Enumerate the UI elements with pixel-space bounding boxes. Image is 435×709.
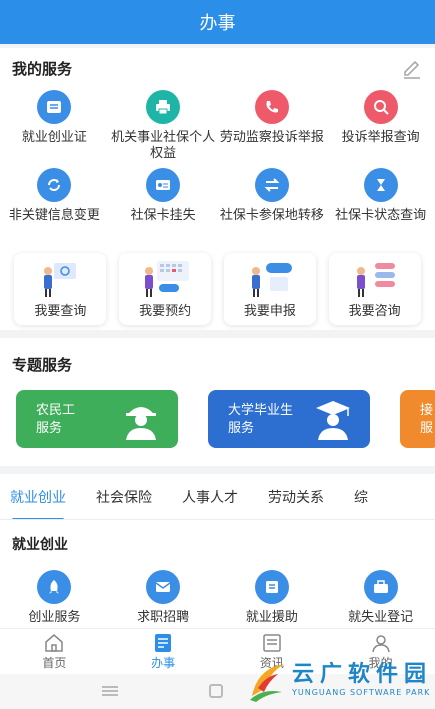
phone-icon: [254, 90, 289, 124]
tile-consult[interactable]: 我要咨询: [328, 253, 421, 325]
tab-comprehensive[interactable]: 综: [354, 487, 368, 507]
topic-graduates[interactable]: 大学毕业生 服务: [208, 390, 370, 448]
service-label: 就业创业证: [21, 130, 87, 145]
page: 办事 我的服务 就业创业证 机关事业社保个人权益 劳动监察投诉举报 投诉举报查询…: [0, 0, 435, 709]
nav-home[interactable]: 首页: [0, 629, 109, 674]
tile-label: 我要咨询: [348, 304, 401, 319]
service-card-status[interactable]: 社保卡状态查询: [326, 168, 435, 224]
topic-migrant-workers[interactable]: 农民工 服务: [16, 390, 178, 448]
topic-services-card: 专题服务 农民工 服务 大学毕业生 服务 接服: [0, 338, 435, 466]
service-info-change[interactable]: 非关键信息变更: [0, 168, 109, 224]
watermark-en: YUNGUANG SOFTWARE PARK: [292, 688, 431, 697]
service-label: 就业援助: [245, 610, 298, 625]
query-illustration-icon: [44, 263, 77, 297]
service-label: 求职招聘: [137, 610, 190, 625]
tile-label: 我要查询: [34, 304, 87, 319]
service-label: 社保卡挂失: [130, 208, 196, 223]
tile-declare[interactable]: 我要申报: [223, 253, 316, 325]
quick-tiles: 我要查询 我要预约 我要申报 我要咨询: [0, 253, 435, 325]
service-label: 社保卡参保地转移: [219, 208, 324, 223]
category-tabs: 就业创业 社会保险 人事人才 劳动关系 综: [0, 474, 435, 520]
declare-illustration-icon: [251, 263, 292, 297]
tile-label: 我要预约: [139, 304, 192, 319]
tile-appointment[interactable]: 我要预约: [119, 253, 212, 325]
mail-icon: [146, 570, 181, 604]
topic-services-title: 专题服务: [12, 356, 73, 374]
tile-query[interactable]: 我要查询: [14, 253, 107, 325]
id-card-icon: [37, 90, 72, 124]
service-label: 劳动监察投诉举报: [219, 130, 324, 145]
my-services-row1: 就业创业证 机关事业社保个人权益 劳动监察投诉举报 投诉举报查询: [0, 90, 435, 162]
category-grid: 创业服务 求职招聘 就业援助 就失业登记: [0, 570, 435, 626]
service-label: 投诉举报查询: [341, 130, 420, 145]
tab-employment[interactable]: 就业创业: [10, 487, 66, 519]
tab-social-insurance[interactable]: 社会保险: [96, 487, 152, 507]
service-entrepreneurship[interactable]: 创业服务: [0, 570, 109, 626]
nav-label: 首页: [42, 656, 67, 670]
page-title: 办事: [199, 13, 236, 34]
search-icon: [363, 90, 398, 124]
my-services-card: 我的服务 就业创业证 机关事业社保个人权益 劳动监察投诉举报 投诉举报查询 非关…: [0, 48, 435, 330]
topic-list: 农民工 服务 大学毕业生 服务: [16, 390, 370, 448]
service-label: 非关键信息变更: [8, 208, 100, 223]
refresh-icon: [37, 168, 72, 202]
hourglass-icon: [363, 168, 398, 202]
nav-label: 办事: [151, 656, 176, 670]
service-social-security-rights[interactable]: 机关事业社保个人权益: [109, 90, 218, 162]
category-title: 就业创业: [12, 537, 68, 553]
header-bar: 办事: [0, 0, 435, 44]
document-icon: [254, 570, 289, 604]
service-label: 就失业登记: [348, 610, 414, 625]
service-label: 社保卡状态查询: [335, 208, 427, 223]
graduate-avatar-icon: [316, 401, 350, 440]
appointment-illustration-icon: [145, 261, 190, 297]
service-employment-card[interactable]: 就业创业证: [0, 90, 109, 162]
service-job-seeking[interactable]: 求职招聘: [109, 570, 218, 626]
tab-personnel-talent[interactable]: 人事人才: [182, 487, 238, 507]
service-complaint-query[interactable]: 投诉举报查询: [326, 90, 435, 162]
task-icon: [155, 634, 172, 652]
home-icon: [45, 634, 64, 652]
edit-icon[interactable]: [401, 58, 423, 80]
worker-avatar-icon: [126, 407, 156, 440]
watermark: 云广软件园 YUNGUANG SOFTWARE PARK: [244, 650, 435, 709]
square-home-icon[interactable]: [209, 684, 223, 698]
rocket-icon: [37, 570, 72, 604]
my-services-row2: 非关键信息变更 社保卡挂失 社保卡参保地转移 社保卡状态查询: [0, 168, 435, 224]
transfer-icon: [254, 168, 289, 202]
tab-labor-relations[interactable]: 劳动关系: [268, 487, 324, 507]
card-icon: [146, 168, 181, 202]
nav-tasks[interactable]: 办事: [109, 629, 218, 674]
topic-partial-card[interactable]: 接服: [400, 390, 435, 448]
printer-icon: [146, 90, 181, 124]
watermark-cn: 云广软件园: [292, 661, 433, 687]
service-card-loss[interactable]: 社保卡挂失: [109, 168, 218, 224]
service-employment-aid[interactable]: 就业援助: [218, 570, 327, 626]
topic-label: 农民工 服务: [36, 403, 76, 436]
menu-icon[interactable]: [102, 686, 118, 696]
watermark-logo-icon: [250, 664, 284, 702]
briefcase-icon: [363, 570, 398, 604]
service-unemployment-registration[interactable]: 就失业登记: [326, 570, 435, 626]
my-services-title: 我的服务: [12, 60, 73, 78]
service-labor-complaint[interactable]: 劳动监察投诉举报: [218, 90, 327, 162]
consult-illustration-icon: [356, 263, 395, 297]
tile-label: 我要申报: [243, 304, 296, 319]
service-label: 创业服务: [28, 610, 81, 625]
service-card-transfer[interactable]: 社保卡参保地转移: [218, 168, 327, 224]
service-label: 机关事业社保个人权益: [111, 130, 216, 161]
